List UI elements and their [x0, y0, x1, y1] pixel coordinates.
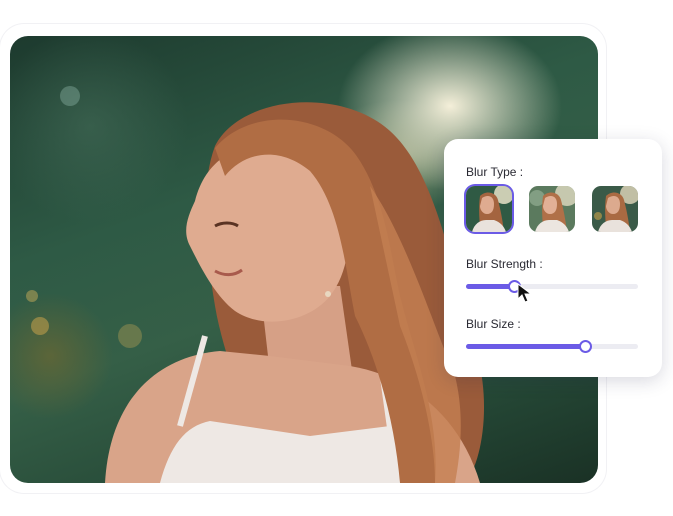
- blur-type-option-1[interactable]: [466, 186, 512, 232]
- blur-type-option-3[interactable]: [592, 186, 638, 232]
- portrait-thumbnail: [466, 186, 512, 232]
- blur-size-slider[interactable]: [466, 340, 638, 353]
- portrait-thumbnail: [592, 186, 638, 232]
- blur-type-option-2[interactable]: [529, 186, 575, 232]
- blur-strength-fill: [466, 284, 515, 289]
- blur-strength-label: Blur Strength :: [466, 257, 543, 271]
- blur-size-handle[interactable]: [578, 340, 592, 353]
- portrait-thumbnail: [529, 186, 575, 232]
- blur-size-label: Blur Size :: [466, 317, 521, 331]
- blur-settings-panel: Blur Type : Blur Strength : Blur Size:: [444, 139, 662, 377]
- arrow-cursor-icon: [517, 283, 533, 303]
- blur-type-label: Blur Type :: [466, 165, 524, 179]
- blur-size-fill: [466, 344, 585, 349]
- blur-strength-slider[interactable]: [466, 280, 638, 293]
